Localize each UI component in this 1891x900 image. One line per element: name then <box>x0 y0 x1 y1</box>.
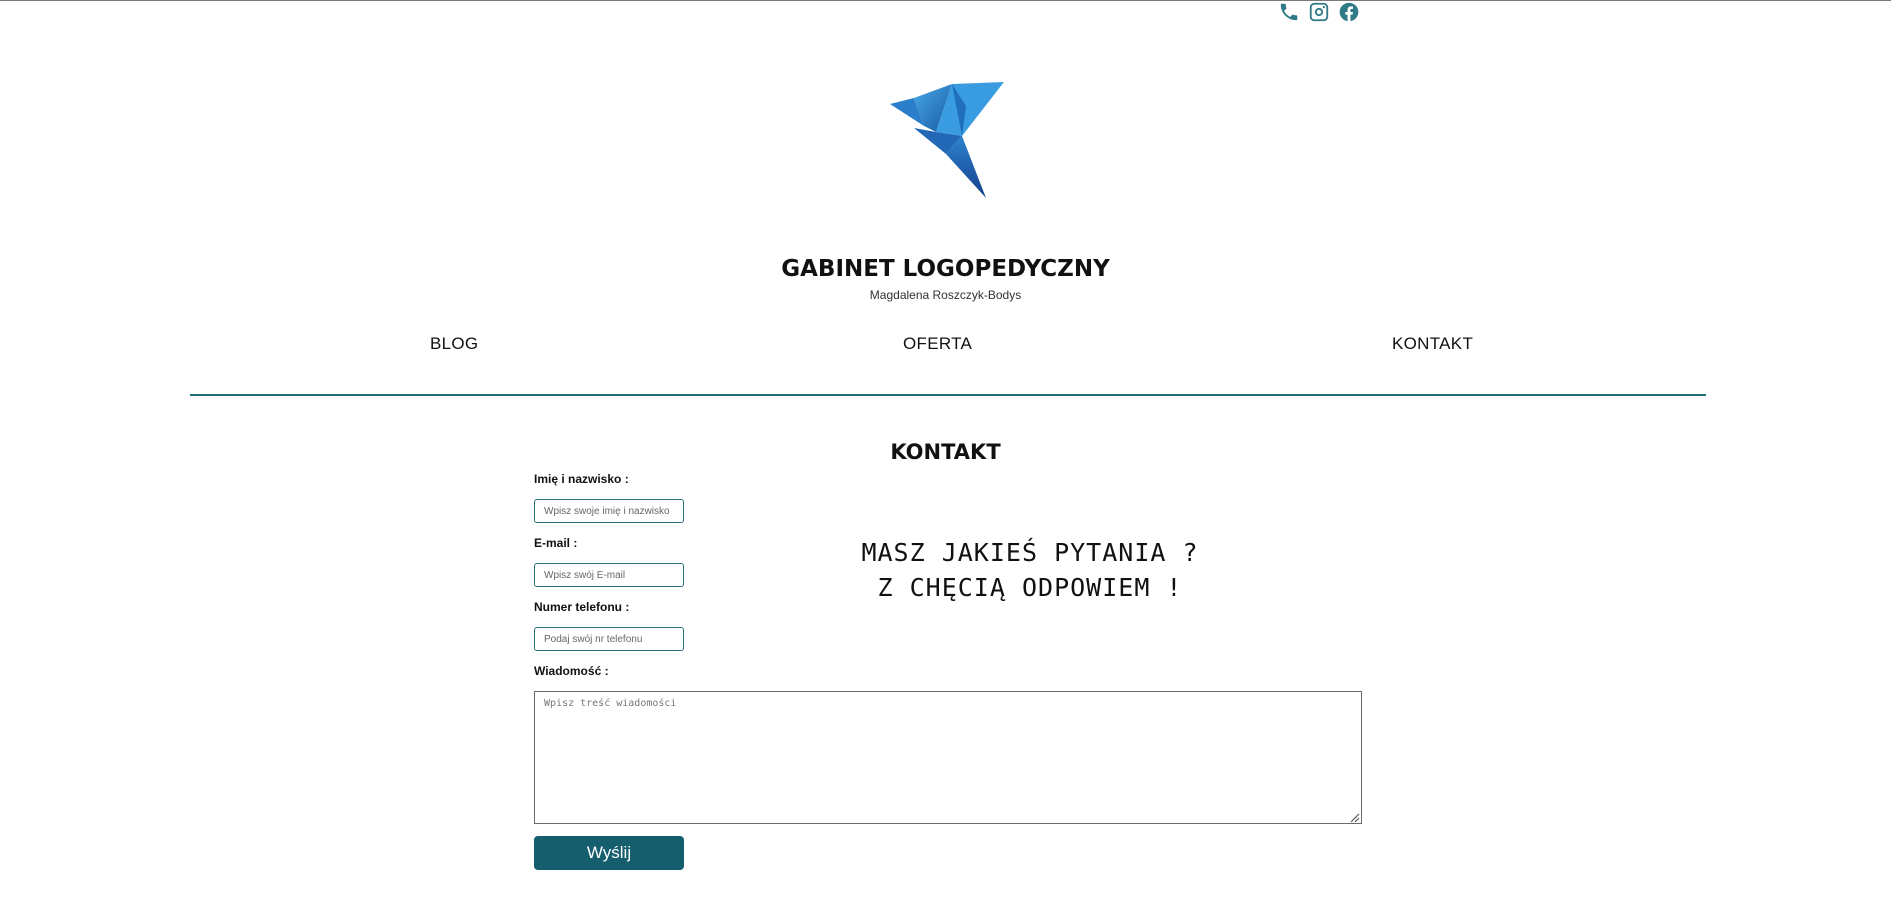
email-label: E-mail : <box>534 536 578 550</box>
nav-divider <box>190 394 1706 396</box>
phone-label: Numer telefonu : <box>534 600 630 614</box>
resize-grip-icon[interactable] <box>1348 810 1360 823</box>
origami-bird-logo[interactable] <box>890 82 1005 198</box>
contact-heading: KONTAKT <box>890 440 1001 464</box>
phone-icon[interactable] <box>1278 1 1300 23</box>
tagline-line-1: MASZ JAKIEŚ PYTANIA ? <box>861 538 1199 567</box>
submit-button[interactable]: Wyślij <box>534 836 684 870</box>
nav-item-blog[interactable]: BLOG <box>430 334 478 354</box>
facebook-icon[interactable] <box>1338 1 1360 23</box>
top-border <box>0 0 1891 1</box>
site-title[interactable]: GABINET LOGOPEDYCZNY <box>0 256 1891 282</box>
message-label: Wiadomość : <box>534 664 609 678</box>
main-nav: BLOG OFERTA KONTAKT <box>0 330 1891 360</box>
email-input[interactable] <box>534 563 684 587</box>
site-subtitle: Magdalena Roszczyk-Bodys <box>869 288 1022 302</box>
nav-item-oferta[interactable]: OFERTA <box>903 334 972 354</box>
name-label: Imię i nazwisko : <box>534 472 629 486</box>
contact-tagline: MASZ JAKIEŚ PYTANIA ? Z CHĘCIĄ ODPOWIEM … <box>800 535 1260 605</box>
instagram-icon[interactable] <box>1308 1 1330 23</box>
nav-item-kontakt[interactable]: KONTAKT <box>1392 334 1473 354</box>
tagline-line-2: Z CHĘCIĄ ODPOWIEM ! <box>877 573 1183 602</box>
name-input[interactable] <box>534 499 684 523</box>
phone-input[interactable] <box>534 627 684 651</box>
site-brand: GABINET LOGOPEDYCZNY Magdalena Roszczyk-… <box>0 256 1891 302</box>
social-links <box>1278 0 1360 24</box>
message-textarea[interactable] <box>534 691 1362 824</box>
